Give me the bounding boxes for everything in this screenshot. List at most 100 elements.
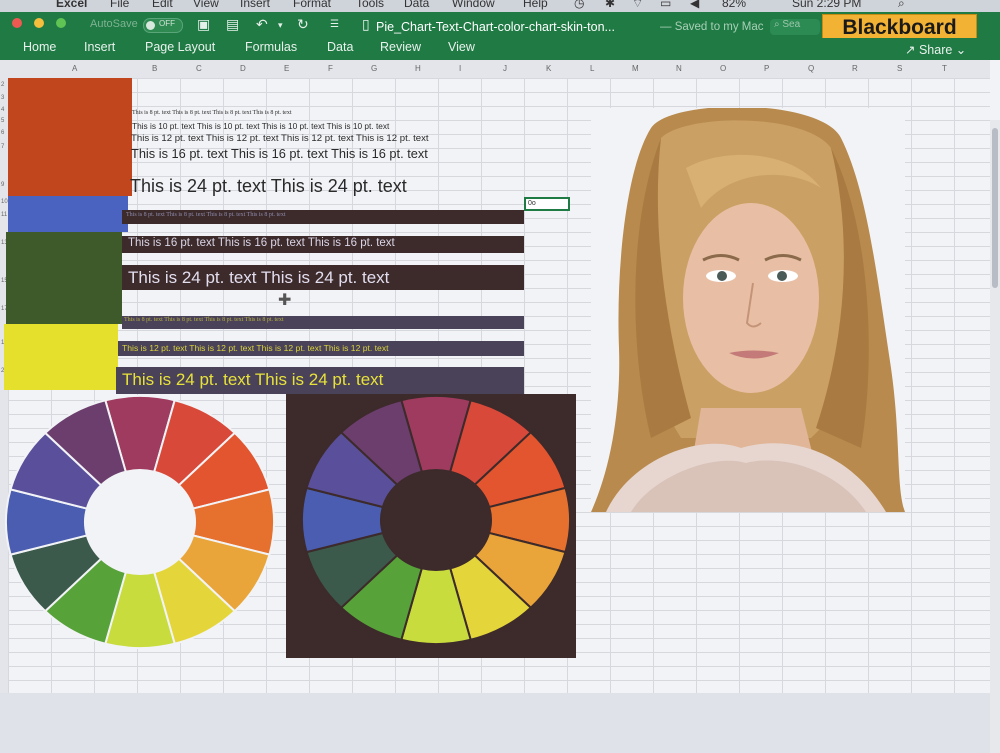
row-header[interactable]: 4: [1, 107, 4, 113]
column-header[interactable]: E: [284, 64, 289, 73]
column-header[interactable]: I: [459, 64, 461, 73]
tab-page-layout[interactable]: Page Layout: [145, 40, 215, 54]
menu-insert[interactable]: Insert: [240, 0, 270, 10]
menu-excel[interactable]: Excel: [56, 0, 87, 10]
bluetooth-icon[interactable]: ✱: [605, 0, 615, 10]
airplay-icon[interactable]: ▭: [660, 0, 671, 10]
column-header[interactable]: P: [764, 64, 769, 73]
share-label: Share: [918, 43, 953, 57]
customize-toolbar-icon[interactable]: ☰: [330, 19, 339, 30]
column-header[interactable]: O: [720, 64, 726, 73]
column-header[interactable]: L: [590, 64, 594, 73]
text-sample-8pt-on-dark: This is 8 pt. text This is 8 pt. text Th…: [126, 212, 286, 218]
text-sample-8pt: This is 8 pt. text This is 8 pt. text Th…: [132, 110, 292, 116]
row-header[interactable]: 9: [1, 182, 4, 188]
row-header[interactable]: 10: [1, 199, 8, 205]
ribbon-tabs: Home Insert Page Layout Formulas Data Re…: [0, 38, 1000, 60]
selected-cell[interactable]: 0o: [524, 197, 570, 211]
column-header[interactable]: A: [72, 64, 77, 73]
menu-format[interactable]: Format: [293, 0, 331, 10]
tab-review[interactable]: Review: [380, 40, 421, 54]
column-header[interactable]: G: [371, 64, 377, 73]
history-icon[interactable]: ◷: [574, 0, 584, 10]
blue-swatch: [8, 196, 128, 232]
spreadsheet[interactable]: A B C D E F G H I J K L M N O P Q R S T …: [0, 60, 1000, 753]
text-sample-24pt: This is 24 pt. text This is 24 pt. text: [130, 176, 407, 196]
share-button[interactable]: ↗ Share ⌄: [905, 42, 966, 57]
row-header[interactable]: 2: [1, 82, 4, 88]
color-wheel-white[interactable]: [4, 394, 280, 650]
column-header[interactable]: Q: [808, 64, 814, 73]
text-sample-24pt-yellow: This is 24 pt. text This is 24 pt. text: [122, 370, 384, 389]
wheel-center: [381, 470, 491, 570]
column-header[interactable]: S: [897, 64, 902, 73]
undo-icon[interactable]: ↶: [256, 16, 268, 33]
macos-menubar: Excel File Edit View Insert Format Tools…: [0, 0, 1000, 12]
menu-view[interactable]: View: [193, 0, 219, 10]
menu-data[interactable]: Data: [404, 0, 429, 10]
menu-tools[interactable]: Tools: [356, 0, 384, 10]
column-header[interactable]: R: [852, 64, 858, 73]
vertical-scrollbar[interactable]: [990, 120, 1000, 753]
text-sample-16pt-on-dark: This is 16 pt. text This is 16 pt. text …: [128, 237, 395, 249]
text-sample-12pt-yellow: This is 12 pt. text This is 12 pt. text …: [122, 343, 389, 353]
color-wheel-dark-graphic: [301, 395, 571, 645]
portrait-image: [591, 108, 905, 512]
scroll-thumb[interactable]: [992, 128, 998, 288]
color-wheel-white-graphic: [5, 395, 275, 649]
redo-icon[interactable]: ↻: [297, 16, 309, 33]
column-header[interactable]: F: [328, 64, 333, 73]
menu-file[interactable]: File: [110, 0, 129, 10]
clock[interactable]: Sun 2:29 PM: [792, 0, 861, 10]
wifi-icon[interactable]: ⌔: [632, 0, 643, 11]
share-icon: ↗: [905, 43, 919, 57]
sidebar-toggle-icon[interactable]: ▣: [197, 16, 210, 33]
autosave-toggle[interactable]: OFF: [143, 18, 183, 33]
menu-edit[interactable]: Edit: [152, 0, 173, 10]
row-header[interactable]: 7: [1, 144, 4, 150]
column-header[interactable]: T: [942, 64, 947, 73]
column-header[interactable]: J: [503, 64, 507, 73]
search-input[interactable]: ⌕ Sea: [770, 19, 820, 35]
column-header[interactable]: B: [152, 64, 157, 73]
minimize-window-button[interactable]: [34, 18, 44, 28]
text-sample-24pt-on-dark: This is 24 pt. text This is 24 pt. text: [128, 268, 390, 287]
tab-data[interactable]: Data: [327, 40, 353, 54]
document-title: Pie_Chart-Text-Chart-color-chart-skin-to…: [376, 20, 615, 34]
row-header[interactable]: 5: [1, 118, 4, 124]
tab-formulas[interactable]: Formulas: [245, 40, 297, 54]
autosave-label: AutoSave: [90, 18, 138, 30]
text-sample-16pt: This is 16 pt. text This is 16 pt. text …: [131, 146, 428, 161]
tab-view[interactable]: View: [448, 40, 475, 54]
autosave-state: OFF: [159, 19, 175, 28]
tab-home[interactable]: Home: [23, 40, 56, 54]
wheel-center: [85, 470, 195, 574]
save-icon[interactable]: ▤: [226, 16, 239, 33]
text-sample-8pt-yellow: This is 8 pt. text This is 8 pt. text Th…: [124, 317, 284, 323]
spotlight-icon[interactable]: ⌕: [898, 0, 905, 11]
close-window-button[interactable]: [12, 18, 22, 28]
menu-help[interactable]: Help: [523, 0, 548, 10]
column-header[interactable]: K: [546, 64, 551, 73]
battery-percent[interactable]: 82%: [722, 0, 746, 10]
column-header[interactable]: M: [632, 64, 639, 73]
search-placeholder: Sea: [782, 19, 801, 30]
row-header[interactable]: 6: [1, 130, 4, 136]
cell-cursor-icon: ✚: [278, 292, 292, 309]
undo-dropdown-icon[interactable]: ▾: [278, 20, 283, 31]
portrait-photo[interactable]: [591, 108, 905, 512]
row-header[interactable]: 3: [1, 95, 4, 101]
row-header[interactable]: 11: [1, 212, 7, 218]
tab-insert[interactable]: Insert: [84, 40, 115, 54]
column-header[interactable]: C: [196, 64, 202, 73]
saved-status: — Saved to my Mac: [660, 21, 764, 33]
color-wheel-dark[interactable]: [286, 394, 576, 658]
column-header[interactable]: N: [676, 64, 682, 73]
column-header[interactable]: H: [415, 64, 421, 73]
text-sample-12pt: This is 12 pt. text This is 12 pt. text …: [131, 133, 429, 144]
column-header[interactable]: D: [240, 64, 246, 73]
menu-window[interactable]: Window: [452, 0, 495, 10]
orange-swatch: [8, 78, 132, 196]
volume-icon[interactable]: ◀: [690, 0, 699, 10]
zoom-window-button[interactable]: [56, 18, 66, 28]
